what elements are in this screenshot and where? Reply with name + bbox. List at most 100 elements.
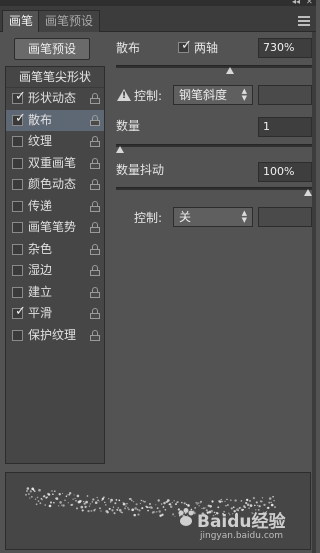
stroke-dot <box>155 504 157 506</box>
watermark-brand: Baidu经验 <box>197 512 286 532</box>
scatter-value-input[interactable]: 730% <box>258 38 312 58</box>
lock-icon[interactable] <box>90 222 100 233</box>
brush-tip-shape-item[interactable]: 画笔笔尖形状 <box>6 67 104 88</box>
stroke-dot <box>113 512 116 515</box>
tab-brush[interactable]: 画笔 <box>2 10 41 32</box>
stroke-dot <box>138 509 141 512</box>
stroke-dot <box>160 503 163 505</box>
brush-setting-item[interactable]: 湿边 <box>6 260 104 282</box>
stroke-dot <box>181 501 183 504</box>
stroke-dot <box>104 501 106 504</box>
brush-setting-item[interactable]: 画笔笔势 <box>6 217 104 239</box>
checkbox-icon[interactable] <box>12 136 23 147</box>
scatter-slider-thumb[interactable] <box>225 67 234 74</box>
stroke-dot <box>29 497 31 499</box>
checkbox-icon[interactable] <box>12 179 23 190</box>
stroke-dot <box>49 501 53 504</box>
lock-icon[interactable] <box>90 136 100 147</box>
stroke-dot <box>272 495 274 498</box>
stroke-dot <box>126 502 128 505</box>
stroke-dot <box>72 498 74 500</box>
stroke-dot <box>172 513 175 516</box>
checkbox-icon[interactable] <box>12 265 23 276</box>
stroke-dot <box>76 494 80 498</box>
stroke-dot <box>260 500 263 503</box>
checkbox-icon[interactable]: ✓ <box>12 111 26 126</box>
brush-setting-item[interactable]: 传递 <box>6 196 104 218</box>
stroke-dot <box>139 502 142 505</box>
panel-menu-icon[interactable] <box>298 16 310 26</box>
lock-icon[interactable] <box>90 265 100 276</box>
scatter-slider-track[interactable] <box>116 65 312 68</box>
checkbox-icon[interactable]: ✓ <box>12 90 26 104</box>
count-jitter-value-input[interactable]: 100% <box>258 162 312 182</box>
checkbox-icon[interactable]: ✓ <box>12 305 26 319</box>
brush-setting-item[interactable]: 双重画笔 <box>6 153 104 175</box>
stroke-dot <box>46 496 49 499</box>
warning-exclamation: ! <box>122 91 127 101</box>
stroke-dot <box>176 501 179 503</box>
stroke-dot <box>136 508 139 511</box>
stroke-dot <box>67 502 69 504</box>
lock-icon[interactable] <box>90 329 100 341</box>
count-jitter-slider-thumb[interactable] <box>304 189 312 196</box>
tab-brush-presets[interactable]: 画笔预设 <box>38 10 101 32</box>
stroke-dot <box>224 500 226 503</box>
stroke-dot <box>151 507 153 509</box>
brush-setting-item[interactable]: 建立 <box>6 282 104 304</box>
lock-icon[interactable] <box>90 308 100 319</box>
checkbox-icon[interactable] <box>12 329 23 341</box>
stroke-dot <box>76 507 78 510</box>
panel-right-edge <box>312 6 316 553</box>
stroke-dot <box>94 508 96 510</box>
checkbox-icon[interactable] <box>12 286 23 298</box>
checkbox-icon[interactable] <box>12 243 23 255</box>
scatter-label: 散布 <box>116 41 141 55</box>
brush-setting-label: 保护纹理 <box>28 327 77 342</box>
brush-setting-item[interactable]: 杂色 <box>6 239 104 261</box>
stroke-dot <box>133 513 136 517</box>
checkbox-icon[interactable] <box>12 200 23 212</box>
brush-setting-item[interactable]: 保护纹理 <box>6 325 104 347</box>
stroke-dot <box>26 490 28 492</box>
brush-setting-item[interactable]: ✓ 散布 <box>6 109 104 131</box>
count-jitter-control-extra-field[interactable] <box>258 207 312 227</box>
brush-presets-button[interactable]: 画笔预设 <box>14 38 90 60</box>
stroke-dot <box>131 508 135 512</box>
checkbox-icon[interactable] <box>12 157 23 169</box>
count-jitter-slider-track[interactable] <box>116 187 312 190</box>
stroke-dot <box>156 511 158 513</box>
stroke-dot <box>121 511 124 514</box>
count-slider-thumb[interactable] <box>116 146 124 153</box>
stroke-dot <box>218 500 222 504</box>
lock-icon[interactable] <box>90 114 100 126</box>
lock-icon[interactable] <box>90 157 100 169</box>
brush-setting-item[interactable]: 颜色动态 <box>6 174 104 196</box>
count-slider-track[interactable] <box>116 144 312 147</box>
lock-icon[interactable] <box>90 286 100 298</box>
stroke-dot <box>127 507 129 509</box>
scatter-control-extra-field[interactable] <box>258 85 312 105</box>
stroke-dot <box>38 488 41 492</box>
lock-icon[interactable] <box>90 243 100 255</box>
both-axes-checkbox[interactable]: ✓ <box>178 38 192 53</box>
lock-icon[interactable] <box>90 93 100 104</box>
lock-icon[interactable] <box>90 200 100 212</box>
stroke-dot <box>156 507 159 510</box>
count-value-input[interactable]: 1 <box>258 117 312 137</box>
brush-setting-item[interactable]: ✓ 平滑 <box>6 303 104 325</box>
checkbox-icon[interactable] <box>12 222 23 233</box>
stroke-dot <box>91 501 93 503</box>
lock-icon[interactable] <box>90 179 100 190</box>
stroke-dot <box>94 501 98 504</box>
brush-setting-item[interactable]: ✓ 形状动态 <box>6 88 104 110</box>
scatter-control-dropdown[interactable]: 钢笔斜度 ▲ ▼ <box>173 85 253 105</box>
stroke-dot <box>61 492 64 494</box>
stroke-dot <box>33 490 36 493</box>
brush-setting-item[interactable]: 纹理 <box>6 131 104 153</box>
stroke-dot <box>157 499 160 502</box>
stroke-dot <box>92 498 95 501</box>
count-jitter-control-dropdown[interactable]: 关 ▲ ▼ <box>173 207 253 227</box>
check-mark-icon: ✓ <box>181 38 192 53</box>
stroke-dot <box>106 511 109 514</box>
